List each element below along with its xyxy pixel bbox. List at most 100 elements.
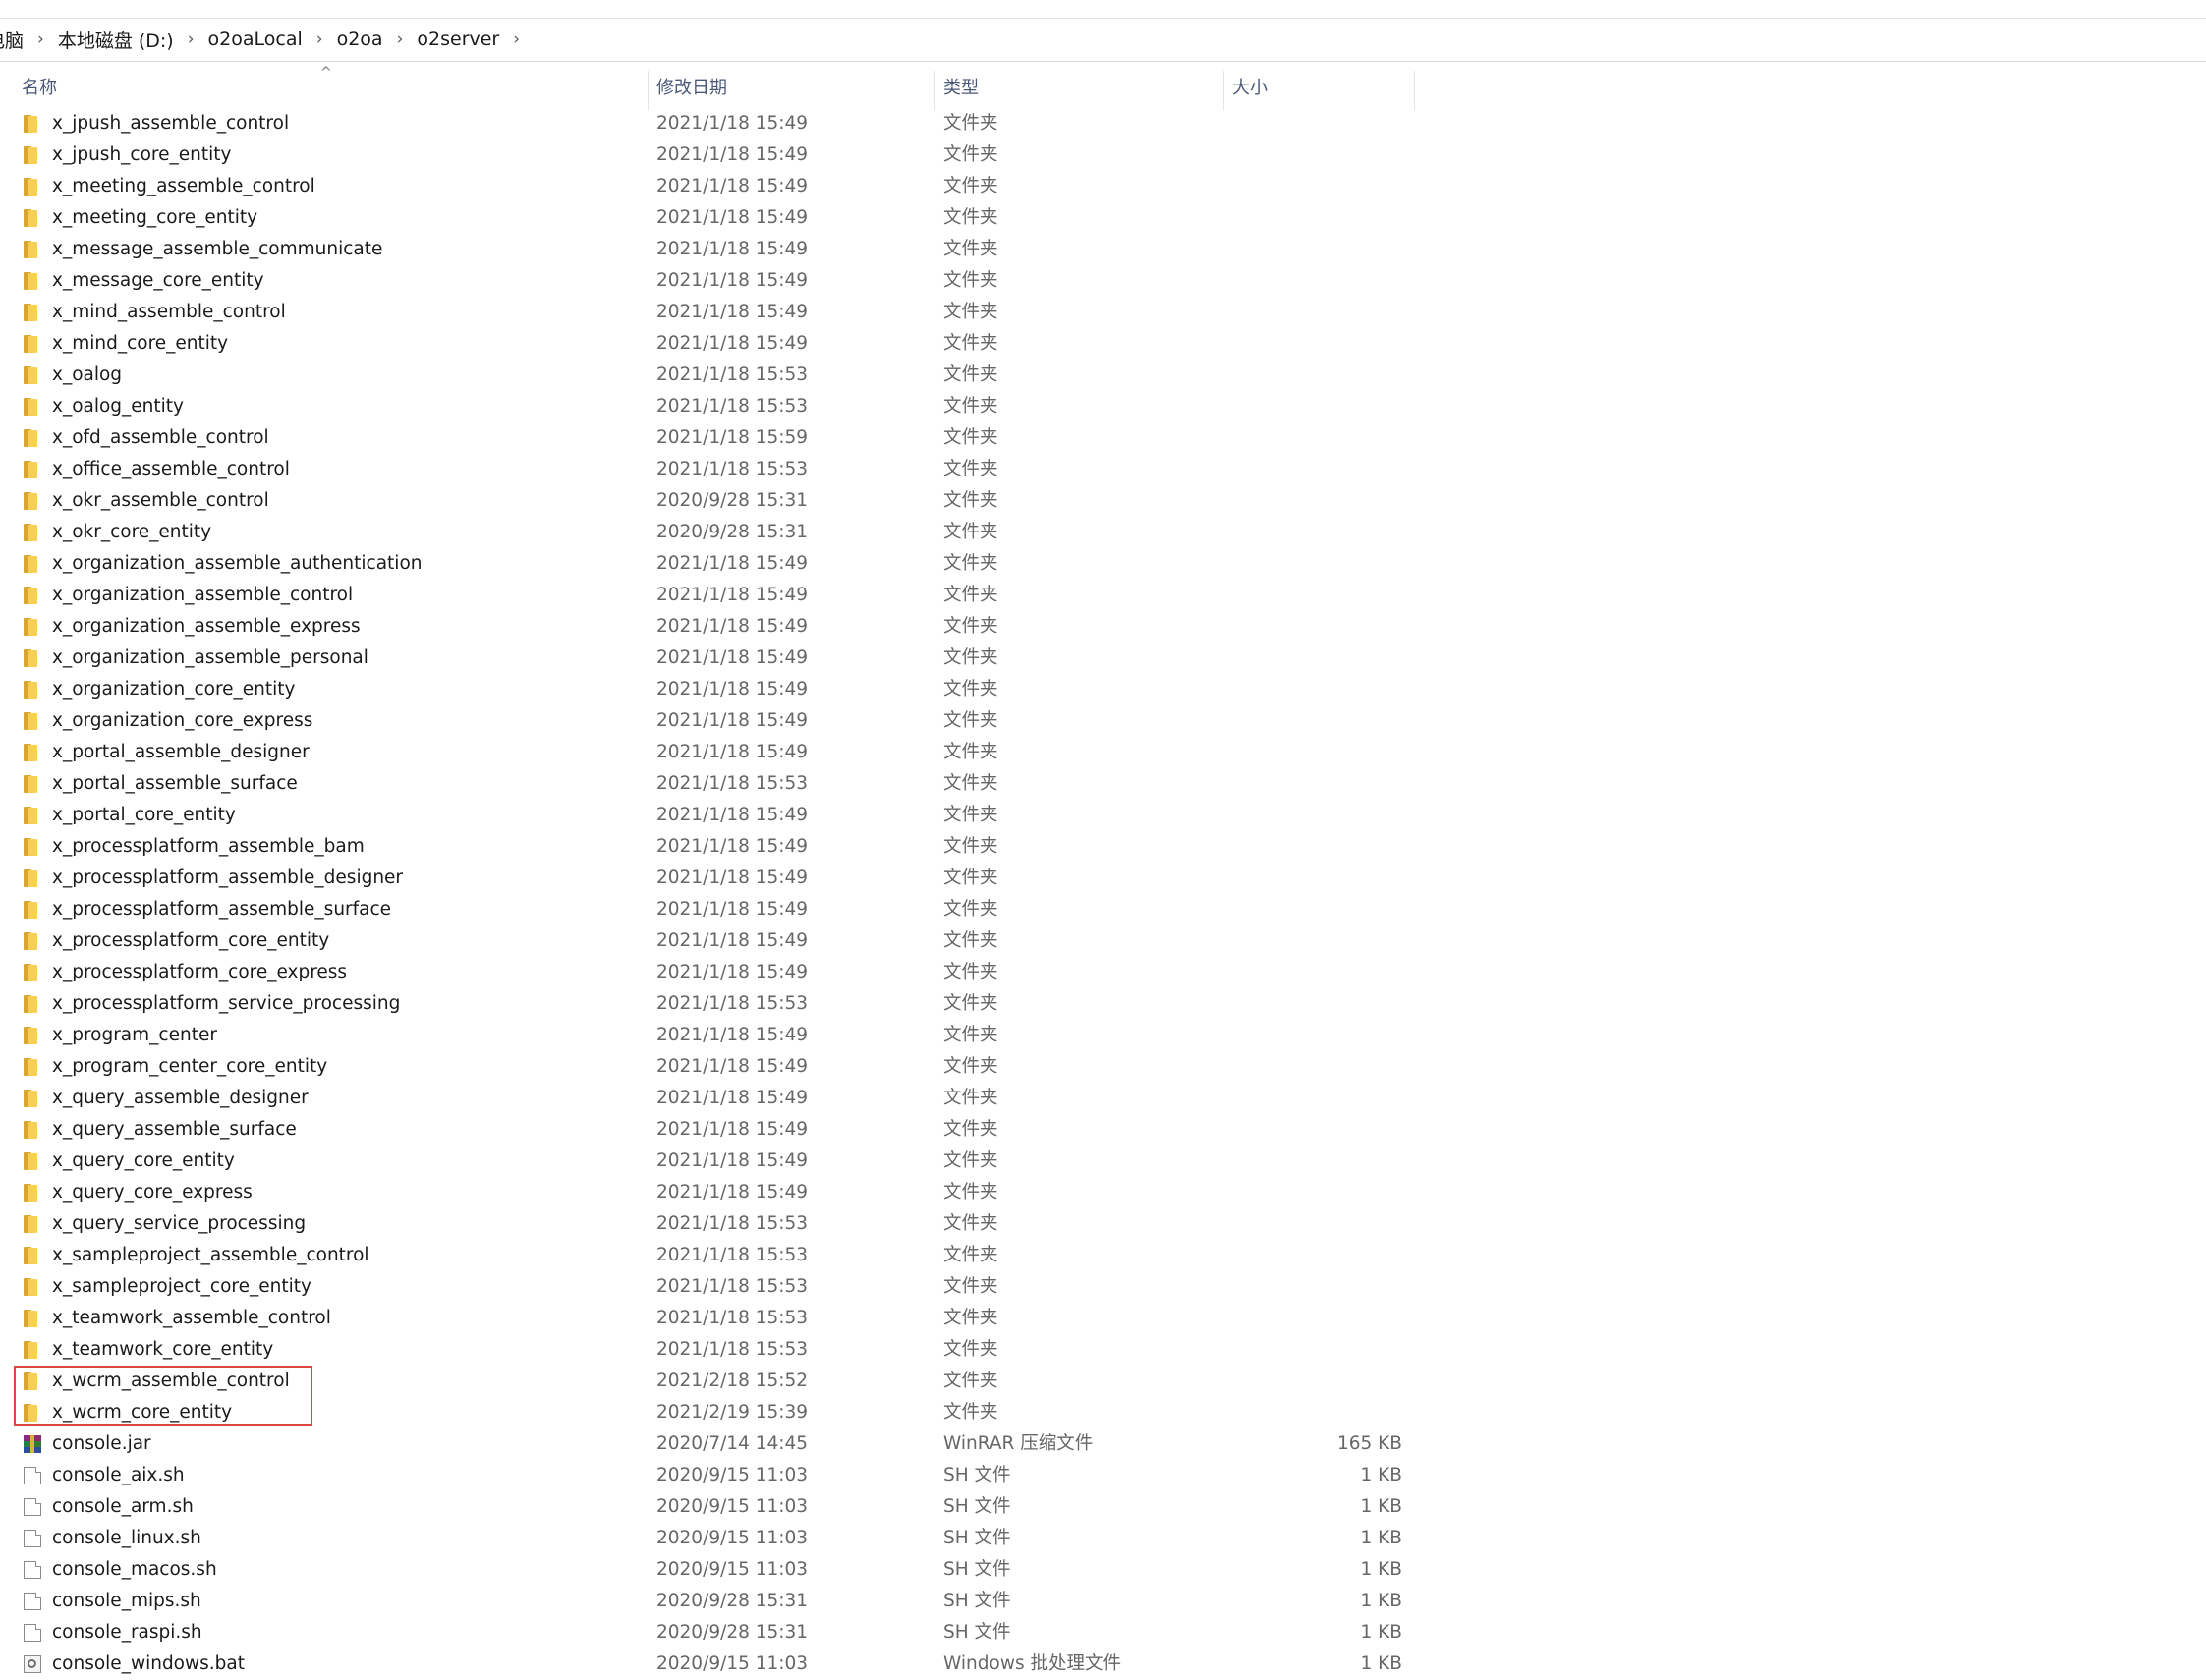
file-list-item[interactable]: x_organization_assemble_authentication 20… <box>0 548 1415 580</box>
file-list-item[interactable]: console_windows.bat 2020/9/15 11:03 Window… <box>0 1649 1415 1680</box>
folder-icon <box>24 555 41 573</box>
file-list-item[interactable]: x_meeting_assemble_control 2021/1/18 15:4… <box>0 171 1415 202</box>
breadcrumb-item-local-disk[interactable]: 本地磁盘 (D:) <box>58 27 174 53</box>
column-header-date[interactable]: 修改日期 <box>649 67 934 110</box>
folder-icon <box>24 461 41 478</box>
file-list-item[interactable]: x_portal_core_entity 2021/1/18 15:49 文件夹 <box>0 800 1415 831</box>
file-list-item[interactable]: x_processplatform_assemble_surface 2021/1… <box>0 894 1415 925</box>
breadcrumb-item-o2oa[interactable]: o2oa <box>337 28 383 50</box>
file-list-item[interactable]: console.jar 2020/7/14 14:45 WinRAR 压缩文件 165… <box>0 1428 1415 1460</box>
file-list-item[interactable]: console_linux.sh 2020/9/15 11:03 SH 文件 1 KB <box>0 1523 1415 1554</box>
file-list-item[interactable]: console_raspi.sh 2020/9/28 15:31 SH 文件 1 KB <box>0 1617 1415 1649</box>
file-list-item[interactable]: x_teamwork_assemble_control 2021/1/18 15:… <box>0 1303 1415 1334</box>
file-list-item[interactable]: x_processplatform_assemble_bam 2021/1/18 … <box>0 831 1415 863</box>
chevron-right-icon[interactable]: › <box>513 29 520 49</box>
column-header-size[interactable]: 大小 <box>1224 67 1414 110</box>
file-list-item[interactable]: x_processplatform_core_entity 2021/1/18 1… <box>0 925 1415 957</box>
address-bar[interactable]: 电脑 › 本地磁盘 (D:) › o2oaLocal › o2oa › o2se… <box>0 18 2206 62</box>
file-list-item[interactable]: x_oalog_entity 2021/1/18 15:53 文件夹 <box>0 391 1415 422</box>
file-list-item[interactable]: x_processplatform_service_processing 2021… <box>0 988 1415 1020</box>
file-name: x_mind_assemble_control <box>52 302 286 322</box>
chevron-right-icon[interactable]: › <box>316 29 323 49</box>
file-list-item[interactable]: x_meeting_core_entity 2021/1/18 15:49 文件夹 <box>0 202 1415 234</box>
file-list-item[interactable]: x_sampleproject_core_entity 2021/1/18 15:… <box>0 1271 1415 1303</box>
file-list-item[interactable]: x_okr_core_entity 2020/9/28 15:31 文件夹 <box>0 517 1415 548</box>
file-list-item[interactable]: x_jpush_core_entity 2021/1/18 15:49 文件夹 <box>0 140 1415 171</box>
file-list-item[interactable]: x_office_assemble_control 2021/1/18 15:53… <box>0 454 1415 485</box>
file-list-item[interactable]: x_query_core_express 2021/1/18 15:49 文件夹 <box>0 1177 1415 1208</box>
file-name: console_arm.sh <box>52 1496 194 1517</box>
file-name: x_organization_assemble_personal <box>52 647 368 668</box>
file-modified-date: 2021/1/18 15:49 <box>656 553 809 574</box>
file-list-item[interactable]: x_processplatform_core_express 2021/1/18 … <box>0 957 1415 988</box>
file-list-item[interactable]: x_organization_assemble_express 2021/1/18… <box>0 611 1415 643</box>
folder-icon <box>24 272 41 290</box>
file-type: 文件夹 <box>943 773 998 794</box>
file-modified-date: 2020/9/28 15:31 <box>656 490 809 511</box>
file-name: console_linux.sh <box>52 1528 201 1548</box>
file-modified-date: 2021/1/18 15:53 <box>656 1339 809 1360</box>
file-list-item[interactable]: x_message_core_entity 2021/1/18 15:49 文件夹 <box>0 265 1415 297</box>
file-list-item[interactable]: console_arm.sh 2020/9/15 11:03 SH 文件 1 KB <box>0 1491 1415 1523</box>
file-icon <box>24 1624 41 1642</box>
file-list-item[interactable]: x_query_assemble_designer 2021/1/18 15:49… <box>0 1083 1415 1114</box>
breadcrumb-item-computer[interactable]: 电脑 <box>0 27 24 53</box>
file-list-item[interactable]: console_macos.sh 2020/9/15 11:03 SH 文件 1 KB <box>0 1554 1415 1586</box>
file-list-item[interactable]: x_ofd_assemble_control 2021/1/18 15:59 文件夹 <box>0 422 1415 454</box>
file-modified-date: 2021/1/18 15:53 <box>656 459 809 479</box>
file-list-item[interactable]: x_portal_assemble_surface 2021/1/18 15:53… <box>0 768 1415 800</box>
file-list-item[interactable]: x_organization_assemble_control 2021/1/18… <box>0 580 1415 611</box>
folder-icon <box>24 366 41 384</box>
file-modified-date: 2021/1/18 15:53 <box>656 993 809 1014</box>
file-name: x_query_core_entity <box>52 1150 235 1171</box>
file-type: 文件夹 <box>943 647 998 668</box>
file-list-item[interactable]: x_okr_assemble_control 2020/9/28 15:31 文件夹 <box>0 485 1415 517</box>
column-divider[interactable] <box>1414 71 1415 110</box>
file-list-item[interactable]: x_teamwork_core_entity 2021/1/18 15:53 文件夹 <box>0 1334 1415 1366</box>
breadcrumb-item-o2oalocal[interactable]: o2oaLocal <box>208 28 303 50</box>
chevron-right-icon[interactable]: › <box>188 29 195 49</box>
file-list-item[interactable]: x_organization_assemble_personal 2021/1/1… <box>0 643 1415 674</box>
file-list-item[interactable]: x_mind_assemble_control 2021/1/18 15:49 文件… <box>0 297 1415 328</box>
file-type: 文件夹 <box>943 144 998 165</box>
file-modified-date: 2021/2/19 15:39 <box>656 1402 809 1423</box>
file-list-item[interactable]: x_portal_assemble_designer 2021/1/18 15:4… <box>0 737 1415 768</box>
file-list-item[interactable]: console_aix.sh 2020/9/15 11:03 SH 文件 1 KB <box>0 1460 1415 1491</box>
file-list-item[interactable]: x_program_center_core_entity 2021/1/18 15… <box>0 1051 1415 1083</box>
file-size: 1 KB <box>1360 1622 1402 1643</box>
file-type: SH 文件 <box>943 1591 1011 1611</box>
file-type: 文件夹 <box>943 553 998 574</box>
file-size: 1 KB <box>1360 1591 1402 1611</box>
file-list-item[interactable]: console_mips.sh 2020/9/28 15:31 SH 文件 1 KB <box>0 1586 1415 1617</box>
file-type: 文件夹 <box>943 1371 998 1391</box>
file-list-item[interactable]: x_processplatform_assemble_designer 2021/… <box>0 863 1415 894</box>
chevron-right-icon[interactable]: › <box>37 29 44 49</box>
folder-icon <box>24 681 41 699</box>
file-list-item[interactable]: x_mind_core_entity 2021/1/18 15:49 文件夹 <box>0 328 1415 360</box>
chevron-right-icon[interactable]: › <box>397 29 404 49</box>
file-list-item[interactable]: x_jpush_assemble_control 2021/1/18 15:49 文… <box>0 108 1415 140</box>
file-type: 文件夹 <box>943 679 998 700</box>
file-list-item[interactable]: x_organization_core_express 2021/1/18 15:… <box>0 705 1415 737</box>
file-list-item[interactable]: x_oalog 2021/1/18 15:53 文件夹 <box>0 360 1415 391</box>
file-list-item[interactable]: x_organization_core_entity 2021/1/18 15:4… <box>0 674 1415 705</box>
file-list-item[interactable]: x_sampleproject_assemble_control 2021/1/1… <box>0 1240 1415 1271</box>
column-header-type[interactable]: 类型 <box>935 67 1223 110</box>
file-list: x_jpush_assemble_control 2021/1/18 15:49 文… <box>0 108 1415 1680</box>
file-list-item[interactable]: x_message_assemble_communicate 2021/1/18 … <box>0 234 1415 265</box>
file-type: 文件夹 <box>943 742 998 762</box>
breadcrumb-item-o2server[interactable]: o2server <box>417 28 499 50</box>
file-list-item[interactable]: x_query_service_processing 2021/1/18 15:5… <box>0 1208 1415 1240</box>
file-name: x_jpush_core_entity <box>52 144 232 165</box>
file-modified-date: 2021/1/18 15:49 <box>656 113 809 134</box>
file-size: 1 KB <box>1360 1528 1402 1548</box>
folder-icon <box>24 1058 41 1076</box>
file-list-item[interactable]: x_query_core_entity 2021/1/18 15:49 文件夹 <box>0 1146 1415 1177</box>
folder-icon <box>24 1247 41 1264</box>
file-modified-date: 2021/1/18 15:49 <box>656 962 809 982</box>
file-list-item[interactable]: x_query_assemble_surface 2021/1/18 15:49 文… <box>0 1114 1415 1146</box>
file-list-item[interactable]: x_program_center 2021/1/18 15:49 文件夹 <box>0 1020 1415 1051</box>
column-header-name[interactable]: 名称 <box>14 67 648 110</box>
file-name: console_windows.bat <box>52 1653 245 1674</box>
file-icon <box>24 1561 41 1579</box>
